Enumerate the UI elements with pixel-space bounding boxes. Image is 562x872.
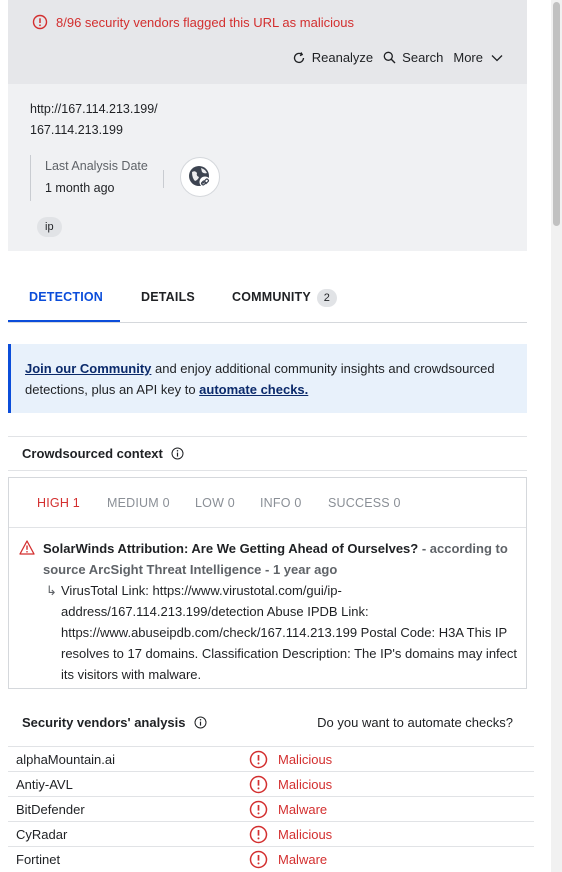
alert-circle-icon [249, 850, 268, 869]
context-entry-text: VirusTotal Link: https://www.virustotal.… [61, 583, 517, 682]
meta-divider [163, 170, 164, 188]
context-entry-body: ↳ VirusTotal Link: https://www.virustota… [19, 580, 519, 685]
vendor-verdict-label: Malware [278, 802, 328, 817]
context-entry-heading: SolarWinds Attribution: Are We Getting A… [43, 541, 419, 556]
alert-text: 8/96 security vendors flagged this URL a… [56, 14, 354, 30]
table-row: Antiy-AVL Malicious [8, 771, 534, 796]
chevron-down-icon [491, 54, 503, 61]
table-row: CyRadar Malicious [8, 821, 534, 846]
analyzed-host: 167.114.213.199 [30, 123, 123, 137]
header-actions: Reanalyze Search More [282, 50, 503, 65]
alert-circle-icon [249, 775, 268, 794]
vendor-name: Antiy-AVL [16, 777, 73, 792]
crowdsourced-context-box: HIGH 1 MEDIUM 0 LOW 0 INFO 0 SUCCESS 0 S… [8, 477, 527, 689]
tag-ip[interactable]: ip [37, 217, 62, 237]
automate-checks-prompt[interactable]: Do you want to automate checks? [317, 715, 513, 730]
analyzed-url[interactable]: http://167.114.213.199/ [30, 102, 158, 116]
more-dropdown[interactable]: More [453, 50, 503, 65]
severity-tab-low[interactable]: LOW 0 [195, 496, 235, 510]
vendor-verdict: Malicious [249, 775, 332, 794]
table-row: alphaMountain.ai Malicious [8, 746, 534, 771]
info-icon[interactable] [194, 716, 207, 729]
vendors-header: Security vendors' analysis Do you want t… [8, 706, 527, 738]
vendor-verdict-label: Malicious [278, 752, 333, 767]
search-label: Search [402, 50, 444, 65]
alert-circle-icon [249, 800, 268, 819]
vendors-title: Security vendors' analysis [22, 715, 207, 730]
alert-circle-icon [249, 825, 268, 844]
vendor-name: Fortinet [16, 852, 61, 867]
vendors-title-text: Security vendors' analysis [22, 715, 186, 730]
severity-tab-medium[interactable]: MEDIUM 0 [107, 496, 170, 510]
warning-triangle-icon [19, 540, 35, 555]
url-summary-card: 8/96 security vendors flagged this URL a… [8, 0, 527, 251]
reply-arrow-icon: ↳ [46, 583, 57, 598]
severity-tabs: HIGH 1 MEDIUM 0 LOW 0 INFO 0 SUCCESS 0 [9, 478, 526, 528]
vendor-table: alphaMountain.ai Malicious Antiy-AVL Mal… [8, 746, 534, 871]
crowdsourced-header: Crowdsourced context [8, 436, 527, 471]
info-icon[interactable] [171, 447, 184, 460]
severity-tab-high[interactable]: HIGH 1 [37, 496, 80, 510]
scrollbar-thumb[interactable] [553, 2, 560, 226]
reanalyze-label: Reanalyze [311, 50, 374, 65]
automate-checks-link[interactable]: automate checks. [199, 382, 308, 397]
alert-circle-icon [32, 14, 48, 30]
more-label: More [453, 50, 483, 65]
last-analysis-block: Last Analysis Date 1 month ago [30, 155, 148, 201]
search-button[interactable]: Search [383, 50, 443, 65]
join-community-link[interactable]: Join our Community [25, 361, 151, 376]
last-analysis-label: Last Analysis Date [45, 159, 148, 173]
refresh-icon [293, 51, 304, 63]
globe-link-icon [180, 157, 220, 197]
search-icon [383, 51, 396, 64]
vendor-verdict: Malicious [249, 825, 332, 844]
last-analysis-value: 1 month ago [45, 181, 115, 195]
alert-circle-icon [249, 750, 268, 769]
tab-community-label: COMMUNITY [232, 290, 311, 304]
tab-detection[interactable]: DETECTION [29, 281, 103, 323]
vendor-name: alphaMountain.ai [16, 752, 116, 767]
vendor-verdict: Malicious [249, 750, 332, 769]
vendor-verdict-label: Malware [278, 852, 328, 867]
context-entry: SolarWinds Attribution: Are We Getting A… [19, 538, 519, 685]
vendor-name: BitDefender [16, 802, 85, 817]
community-count-badge: 2 [316, 288, 337, 307]
vendor-name: CyRadar [16, 827, 68, 842]
malicious-alert: 8/96 security vendors flagged this URL a… [32, 14, 354, 30]
table-row: BitDefender Malware [8, 796, 534, 821]
crowdsourced-title-text: Crowdsourced context [22, 446, 163, 461]
vendor-verdict-label: Malicious [278, 777, 333, 792]
header-top-bar: 8/96 security vendors flagged this URL a… [8, 0, 527, 84]
active-tab-indicator [8, 320, 120, 322]
vendor-verdict-label: Malicious [278, 827, 333, 842]
vendor-verdict: Malware [249, 800, 327, 819]
vendor-verdict: Malware [249, 850, 327, 869]
crowdsourced-title: Crowdsourced context [22, 446, 184, 461]
tab-details[interactable]: DETAILS [141, 281, 195, 323]
severity-tab-success[interactable]: SUCCESS 0 [328, 496, 401, 510]
tab-community[interactable]: COMMUNITY 2 [232, 281, 337, 323]
reanalyze-button[interactable]: Reanalyze [292, 50, 373, 65]
report-tabs: DETECTION DETAILS COMMUNITY 2 [8, 281, 527, 323]
severity-tab-info[interactable]: INFO 0 [260, 496, 301, 510]
community-banner: Join our Community and enjoy additional … [8, 344, 527, 413]
globe-icon [189, 166, 211, 188]
table-row: Fortinet Malware [8, 846, 534, 871]
context-entry-title: SolarWinds Attribution: Are We Getting A… [19, 538, 519, 580]
